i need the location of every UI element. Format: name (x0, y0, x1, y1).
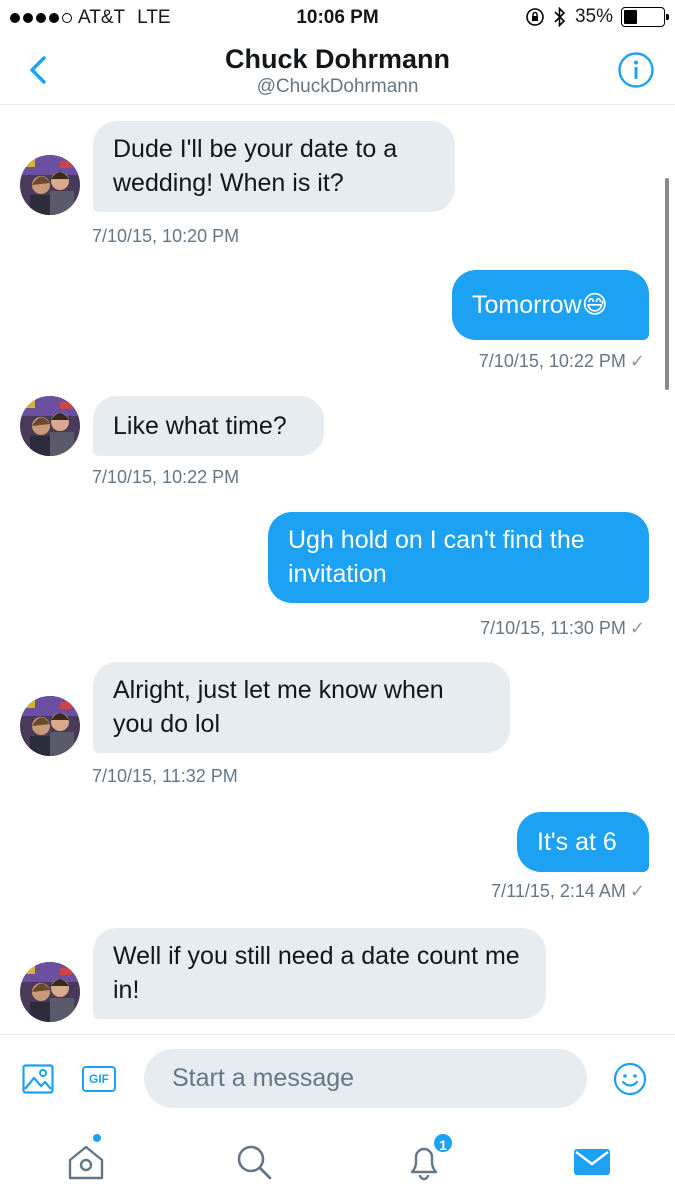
home-icon[interactable] (64, 1140, 108, 1184)
message-text: Well if you still need a date count me i… (113, 942, 520, 1004)
battery-percent: 35% (574, 6, 613, 27)
message-timestamp: 7/10/15, 11:32 PM (92, 766, 238, 786)
message-timestamp: 7/10/15, 10:22 PM ✓ (479, 351, 645, 372)
message-text: Dude I'll be your date to a wedding! Whe… (113, 135, 398, 197)
gif-button[interactable]: GIF (82, 1066, 116, 1092)
message-timestamp: 7/10/15, 11:30 PM ✓ (480, 618, 645, 639)
message-input[interactable] (144, 1049, 587, 1108)
message-text: Alright, just let me know when you do lo… (113, 676, 444, 738)
message-text: It's at 6 (537, 828, 617, 856)
conversation-header: Chuck Dohrmann @ChuckDohrmann (0, 36, 675, 105)
avatar[interactable] (20, 962, 80, 1022)
message-bubble-outgoing[interactable]: Ugh hold on I can't find the invitation (268, 512, 649, 603)
notifications-badge: 1 (432, 1132, 454, 1154)
message-composer: GIF (0, 1034, 675, 1122)
timestamp-text: 7/10/15, 10:22 PM (478, 351, 626, 371)
message-timestamp: 7/10/15, 10:20 PM (92, 226, 240, 246)
avatar[interactable] (20, 396, 80, 456)
emoji-icon[interactable] (613, 1062, 647, 1096)
search-icon[interactable] (232, 1140, 276, 1184)
message-bubble-outgoing[interactable]: Tomorrow😅 (452, 270, 649, 340)
home-unread-dot (93, 1134, 101, 1142)
message-bubble-incoming[interactable]: Alright, just let me know when you do lo… (93, 662, 510, 753)
battery-icon (621, 7, 669, 27)
sent-check-icon: ✓ (629, 881, 645, 901)
message-bubble-incoming[interactable]: Like what time? (93, 396, 324, 456)
bluetooth-icon (554, 6, 566, 28)
scrollbar[interactable] (665, 178, 669, 390)
info-icon[interactable] (617, 51, 655, 89)
status-right: 35% (525, 6, 669, 28)
status-bar: AT&T LTE 10:06 PM 35% (0, 0, 675, 36)
avatar[interactable] (20, 155, 80, 215)
sent-check-icon: ✓ (629, 618, 645, 638)
contact-handle: @ChuckDohrmann (256, 76, 419, 97)
avatar[interactable] (20, 696, 80, 756)
sent-check-icon: ✓ (629, 351, 645, 371)
message-bubble-incoming[interactable]: Dude I'll be your date to a wedding! Whe… (93, 121, 455, 212)
timestamp-text: 7/10/15, 11:30 PM (480, 618, 626, 638)
message-timestamp: 7/11/15, 2:14 AM ✓ (491, 881, 645, 902)
timestamp-text: 7/11/15, 2:14 AM (491, 881, 626, 901)
message-text: Ugh hold on I can't find the invitation (288, 526, 585, 588)
message-bubble-incoming[interactable]: Well if you still need a date count me i… (93, 928, 546, 1019)
message-bubble-outgoing[interactable]: It's at 6 (517, 812, 649, 872)
messages-envelope-icon[interactable] (570, 1140, 614, 1184)
image-icon[interactable] (22, 1064, 54, 1094)
message-list[interactable]: Dude I'll be your date to a wedding! Whe… (0, 106, 675, 1034)
contact-name: Chuck Dohrmann (224, 44, 451, 74)
message-text: Like what time? (113, 412, 287, 440)
tab-bar: 1 (0, 1122, 675, 1200)
orientation-lock-icon (526, 8, 544, 26)
message-text: Tomorrow😅 (472, 291, 608, 319)
message-timestamp: 7/10/15, 10:22 PM (92, 467, 240, 487)
